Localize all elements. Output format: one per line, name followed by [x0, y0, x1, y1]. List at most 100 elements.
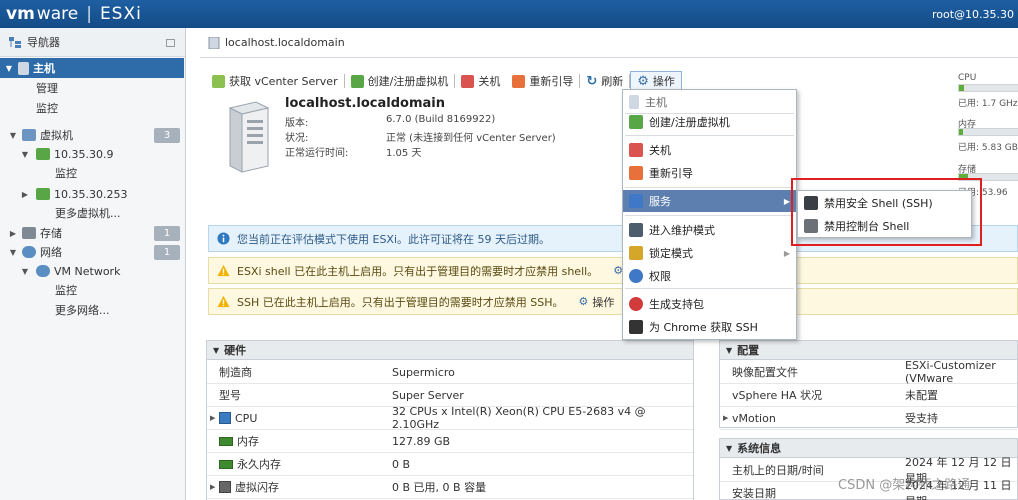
menu-item-lockdown[interactable]: 锁定模式 ▶ [623, 242, 796, 264]
expand-icon[interactable]: ▼ [4, 64, 14, 73]
hardware-panel-header[interactable]: ▼ 硬件 [207, 341, 693, 360]
highlight-annotation [791, 178, 982, 246]
logo-sep: | [86, 4, 92, 24]
vm-running-icon [36, 148, 50, 160]
expand-icon[interactable]: ▼ [8, 131, 18, 140]
menu-item-services[interactable]: 服务 ▶ [623, 190, 796, 212]
collapse-icon[interactable]: ▼ [213, 346, 219, 355]
expand-icon[interactable]: ▼ [20, 150, 30, 159]
reboot-button[interactable]: 重新引导 [506, 71, 579, 91]
menu-label: 重新引导 [649, 167, 693, 180]
row-value: 未配置 [905, 389, 938, 402]
watermark: CSDN @架构师之路通 [838, 478, 971, 493]
menu-item-shutdown[interactable]: 关机 [623, 139, 796, 161]
row-key: 制造商 [219, 366, 252, 379]
menu-item-permissions[interactable]: 权限 [623, 265, 796, 287]
menu-item-chrome-ssh[interactable]: 为 Chrome 获取 SSH [623, 316, 796, 338]
expand-icon[interactable]: ▶ [210, 483, 215, 491]
menu-item-maintenance[interactable]: 进入维护模式 [623, 219, 796, 241]
vmware-esxi-logo: vm ware | ESXi [0, 4, 142, 24]
logo-ware: ware [36, 4, 79, 24]
nav-vm-1-monitor[interactable]: 监控 [0, 163, 184, 183]
table-row[interactable]: ▶ vMotion 受支持 [720, 407, 1017, 430]
create-vm-button[interactable]: 创建/注册虚拟机 [345, 71, 455, 91]
expand-icon[interactable]: ▶ [723, 414, 728, 422]
nav-host-manage[interactable]: 管理 [0, 78, 184, 98]
collapse-icon[interactable]: ▼ [726, 444, 732, 453]
expand-icon[interactable]: ▶ [20, 190, 30, 199]
button-label: 操作 [592, 295, 615, 309]
button-label: 创建/注册虚拟机 [367, 75, 449, 88]
nav-network-monitor[interactable]: 监控 [0, 280, 184, 300]
collapse-icon[interactable]: ▼ [726, 346, 732, 355]
expand-icon[interactable]: ▼ [20, 267, 30, 276]
table-row[interactable]: ▶ CPU 32 CPUs x Intel(R) Xeon(R) CPU E5-26… [207, 405, 693, 431]
menu-label: 创建/注册虚拟机 [649, 116, 730, 129]
expand-icon[interactable]: ▶ [8, 229, 18, 238]
menu-item-create-vm[interactable]: 创建/注册虚拟机 [623, 111, 796, 133]
panel-title: 系统信息 [737, 442, 782, 455]
main-header: localhost.localdomain [200, 28, 1018, 58]
nav-vm-2[interactable]: ▶ 10.35.30.253 [0, 184, 184, 204]
nav-vm-network[interactable]: ▼ VM Network [0, 261, 184, 281]
host-icon [629, 95, 639, 109]
expand-icon[interactable]: ▼ [8, 248, 18, 257]
expand-icon[interactable]: ▶ [210, 414, 215, 422]
menu-label: 服务 [649, 195, 671, 208]
submenu-arrow-icon: ▶ [783, 248, 790, 258]
collapse-icon[interactable] [166, 39, 175, 47]
ssh-actions-button[interactable]: ⚙ 操作 [578, 294, 614, 310]
memory-usage-bar [958, 128, 1018, 136]
lock-icon [629, 246, 643, 260]
refresh-button[interactable]: ↻ 刷新 [580, 71, 629, 91]
menu-label: 生成支持包 [649, 298, 704, 311]
submenu-arrow-icon: ▶ [783, 196, 790, 206]
logo-product: ESXi [99, 4, 142, 24]
shutdown-icon [461, 74, 475, 88]
nav-more-vms[interactable]: 更多虚拟机... [0, 203, 184, 223]
flash-icon [219, 481, 231, 493]
nav-label: 存储 [40, 227, 62, 240]
gear-icon: ⚙ [578, 295, 589, 308]
version-label: 版本: [285, 118, 309, 129]
table-row[interactable]: ▶ 虚拟闪存 0 B 已用, 0 B 容量 [207, 476, 693, 499]
create-vm-icon [629, 115, 643, 129]
storage-count-badge: 1 [154, 226, 180, 241]
menu-label: 权限 [649, 270, 671, 283]
row-value: 32 CPUs x Intel(R) Xeon(R) CPU E5-2683 v… [392, 405, 646, 431]
configuration-panel-header[interactable]: ▼ 配置 [720, 341, 1017, 360]
row-key: 内存 [237, 435, 259, 448]
terminal-icon [629, 320, 643, 334]
nav-host[interactable]: ▼ 主机 [0, 58, 184, 78]
nav-vm-1[interactable]: ▼ 10.35.30.9 [0, 144, 184, 164]
maintenance-icon [629, 223, 643, 237]
menu-item-reboot[interactable]: 重新引导 [623, 162, 796, 184]
button-label: 关机 [478, 75, 501, 88]
row-key: 型号 [219, 389, 241, 402]
row-key: CPU [235, 411, 258, 425]
nav-vms[interactable]: ▼ 虚拟机 3 [0, 125, 184, 145]
nav-network[interactable]: ▼ 网络 1 [0, 242, 184, 262]
nav-label: VM Network [54, 264, 121, 278]
menu-label: 主机 [645, 96, 667, 109]
nav-host-monitor[interactable]: 监控 [0, 98, 184, 118]
nav-more-networks[interactable]: 更多网络... [0, 300, 184, 320]
host-icon [208, 36, 220, 49]
user-menu[interactable]: root@10.35.30 [932, 8, 1014, 21]
get-vcenter-button[interactable]: 获取 vCenter Server [206, 71, 344, 91]
button-label: 获取 vCenter Server [229, 75, 338, 88]
memory-used: 已用: 5.83 GB [958, 143, 1018, 153]
nav-label: 更多虚拟机... [55, 207, 121, 220]
evaluation-alert-text: 您当前正在评估模式下使用 ESXi。此许可证将在 59 天后过期。 [237, 232, 551, 246]
row-value: Supermicro [392, 365, 455, 379]
panel-title: 配置 [737, 344, 760, 357]
shutdown-button[interactable]: 关机 [455, 71, 506, 91]
nav-storage[interactable]: ▶ 存储 1 [0, 223, 184, 243]
nav-label: 网络 [40, 246, 62, 259]
actions-button[interactable]: ⚙ 操作 [630, 71, 682, 91]
button-label: 重新引导 [529, 75, 574, 88]
nav-label: 更多网络... [55, 304, 110, 317]
hardware-panel: ▼ 硬件 制造商 Supermicro 型号 Super Server ▶ CPU 32 … [206, 340, 694, 500]
menu-item-support-bundle[interactable]: 生成支持包 [623, 293, 796, 315]
menu-label: 关机 [649, 144, 671, 157]
